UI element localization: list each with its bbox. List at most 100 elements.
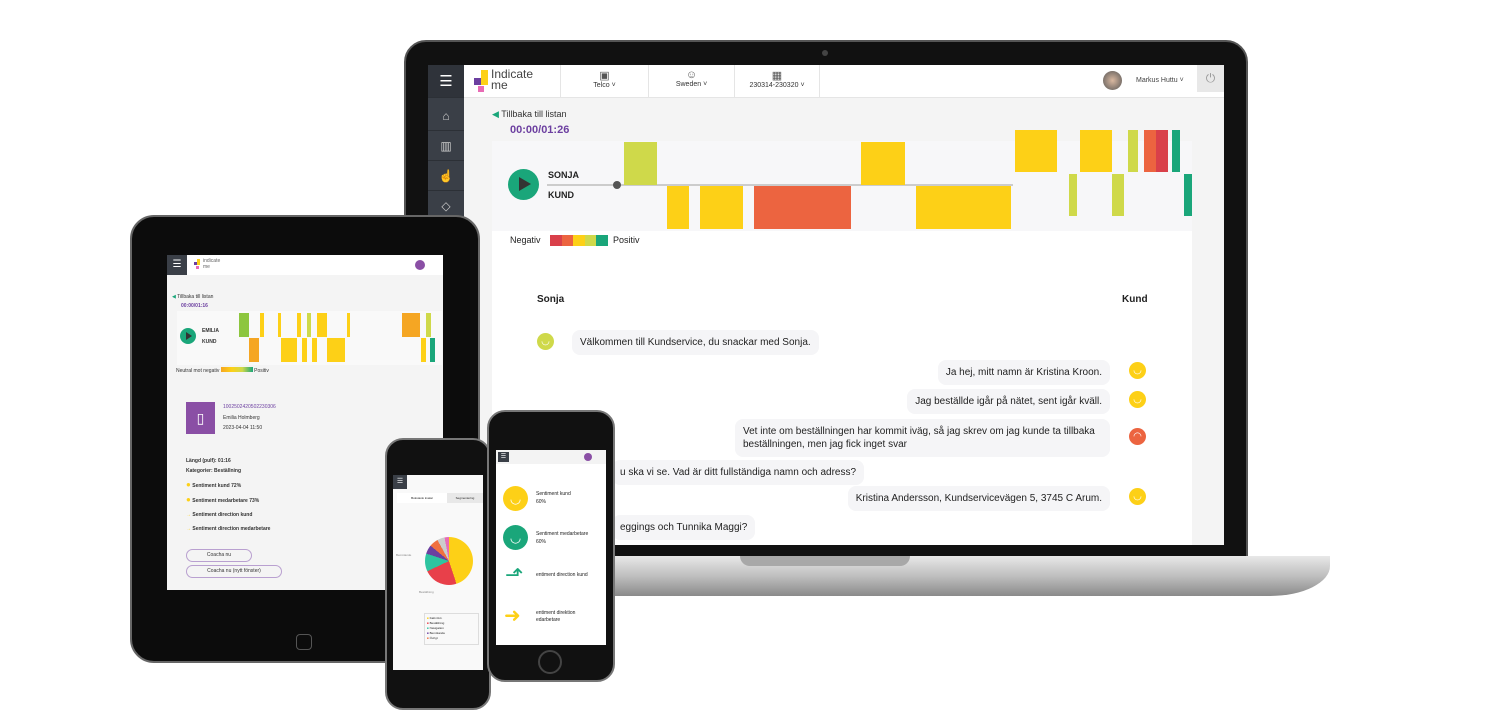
sentiment-legend: Neutral mot negativ Positiv <box>176 367 269 374</box>
customer-column-header: Kund <box>1122 294 1148 305</box>
pie-legend: ■ Fakt./Avt. ■ Beställning ■ Navigation … <box>424 613 479 645</box>
arrow-right-icon: → <box>186 512 191 518</box>
agent-segment <box>861 142 905 185</box>
pie-chart <box>425 537 473 585</box>
header: Indicate me ▣ Telco ˅ ☺ Sweden ˅ ▦ 230314-23… <box>464 65 1224 98</box>
chat-message: Jag beställde igår på nätet, sent igår k… <box>907 389 1110 414</box>
call-id[interactable]: 1002502420502230306 <box>223 404 276 410</box>
metric: Sentiment kund 60% <box>536 491 571 505</box>
arrow-right-icon: → <box>186 526 191 532</box>
agent-column-header: Sonja <box>537 294 565 305</box>
tab[interactable]: Segmentering <box>447 493 483 503</box>
agent-segment <box>1128 130 1138 172</box>
customer-segment <box>667 186 689 229</box>
metrics-list: ● Sentiment kund 72% ● Sentiment medarbe… <box>186 480 271 532</box>
play-icon <box>519 177 531 191</box>
tablet-home-button <box>296 634 312 650</box>
thumbs-up-icon[interactable]: ☝ <box>428 161 464 191</box>
customer-segment <box>916 186 1011 229</box>
call-time: 00:00/01:26 <box>510 124 570 136</box>
avatar[interactable] <box>584 453 592 461</box>
smiley-negative-icon: ◠ <box>1129 428 1146 445</box>
menu-icon[interactable]: ☰ <box>393 475 407 489</box>
smiley-neutral-icon: ◡ <box>1129 488 1146 505</box>
call-time: 00:00/01:16 <box>181 303 208 309</box>
pie-label: Bemötande <box>396 553 412 557</box>
play-button[interactable] <box>180 328 196 344</box>
power-icon[interactable]: ⏻ <box>1197 65 1224 92</box>
call-category: Kategorier: Beställning <box>186 468 242 474</box>
metric: entiment direktion edarbetare <box>536 610 576 623</box>
menu-icon[interactable]: ☰ <box>428 65 464 98</box>
agent-segment <box>1015 130 1057 172</box>
menu-icon[interactable]: ☰ <box>498 452 509 462</box>
agent-segment <box>1156 130 1168 172</box>
customer-segment <box>1069 174 1077 216</box>
agent-label: SONJA <box>548 170 580 180</box>
logo <box>474 70 488 92</box>
call-datetime: 2023-04-04 11:50 <box>223 425 263 431</box>
metric: entiment direction kund <box>536 572 588 578</box>
chat-message: Vet inte om beställningen har kommit ivä… <box>735 419 1110 457</box>
avatar[interactable] <box>1103 71 1122 90</box>
arrow-up-turn-icon: ⬏ <box>505 562 524 587</box>
call-length: Längd (pulf): 01:16 <box>186 458 231 464</box>
chat-message: u ska vi se. Vad är ditt fullständiga na… <box>612 460 865 485</box>
smiley-neutral-icon: ● <box>186 495 191 504</box>
pie-label: Beställning <box>419 590 434 594</box>
call-agent: Emilia Holmberg <box>223 415 260 421</box>
chart-icon[interactable]: ▥ <box>428 131 464 161</box>
laptop-notch <box>740 556 910 566</box>
briefcase-icon: ▣ <box>599 70 610 82</box>
customer-label: KUND <box>202 339 217 345</box>
tab[interactable]: Bokstavlo kvalar <box>397 493 447 503</box>
coach-new-window-button[interactable]: Coacha nu (nytt fönster) <box>186 565 282 578</box>
country-filter[interactable]: ☺ Sweden ˅ <box>648 65 734 98</box>
phone-call-icon: ▯ <box>186 402 215 434</box>
chat-message: Välkommen till Kundservice, du snackar m… <box>572 330 819 355</box>
home-icon[interactable]: ⌂ <box>428 101 464 131</box>
legend-scale <box>550 235 608 246</box>
back-arrow-icon: ◀ <box>492 109 499 119</box>
logo-text: indicate me <box>203 258 221 270</box>
play-button[interactable] <box>508 169 539 200</box>
agent-segment <box>624 142 657 185</box>
smiley-neutral-icon: ◡ <box>1129 362 1146 379</box>
chat-message: Kristina Andersson, Kundservicevägen 5, … <box>847 486 1110 511</box>
chat-message: eggings och Tunnika Maggi? <box>612 515 756 540</box>
coach-now-button[interactable]: Coacha nu <box>186 549 252 562</box>
agent-segment <box>1144 130 1156 172</box>
chat-message: Ja hej, mitt namn är Kristina Kroon. <box>937 360 1110 385</box>
menu-icon[interactable]: ☰ <box>167 255 187 275</box>
industry-filter[interactable]: ▣ Telco ˅ <box>560 65 648 98</box>
agent-label: EMILIA <box>202 328 219 334</box>
back-link[interactable]: ◀ Tillbaka till listan <box>172 294 213 300</box>
agent-segment <box>1080 130 1112 172</box>
people-icon: ☺ <box>685 69 698 81</box>
smiley-neutral-icon: ◡ <box>1129 391 1146 408</box>
metric: Sentiment medarbetare 60% <box>536 531 589 545</box>
smiley-neutral-icon: ● <box>186 480 191 489</box>
customer-label: KUND <box>548 190 574 200</box>
user-menu[interactable]: Markus Huttu ˅ <box>1136 77 1184 84</box>
logo-text: Indicate me <box>491 67 534 92</box>
calendar-icon: ▦ <box>771 70 783 82</box>
customer-segment <box>754 186 851 229</box>
phone-left-screen: ☰ Bokstavlo kvalar Segmentering Bemötand… <box>393 475 483 670</box>
date-filter[interactable]: ▦ 230314-230320 ˅ <box>734 65 820 98</box>
agent-segment <box>1172 130 1180 172</box>
back-link[interactable]: ◀ Tillbaka till listan <box>492 109 566 120</box>
phone-right-screen: ☰ ◡ Sentiment kund 60% ◡ Sentiment medarb… <box>496 450 606 645</box>
arrow-right-icon: ➜ <box>504 605 521 627</box>
smiley-positive-icon: ◡ <box>537 333 554 350</box>
laptop-camera <box>822 50 828 56</box>
smiley-positive-icon: ◡ <box>503 525 528 550</box>
smiley-neutral-icon: ◡ <box>503 486 528 511</box>
avatar[interactable] <box>415 260 425 270</box>
phone-home-button <box>538 650 562 674</box>
customer-segment <box>1112 174 1124 216</box>
customer-segment <box>1184 174 1192 216</box>
logo <box>194 259 202 269</box>
progress-handle[interactable] <box>613 181 621 189</box>
customer-segment <box>700 186 743 229</box>
